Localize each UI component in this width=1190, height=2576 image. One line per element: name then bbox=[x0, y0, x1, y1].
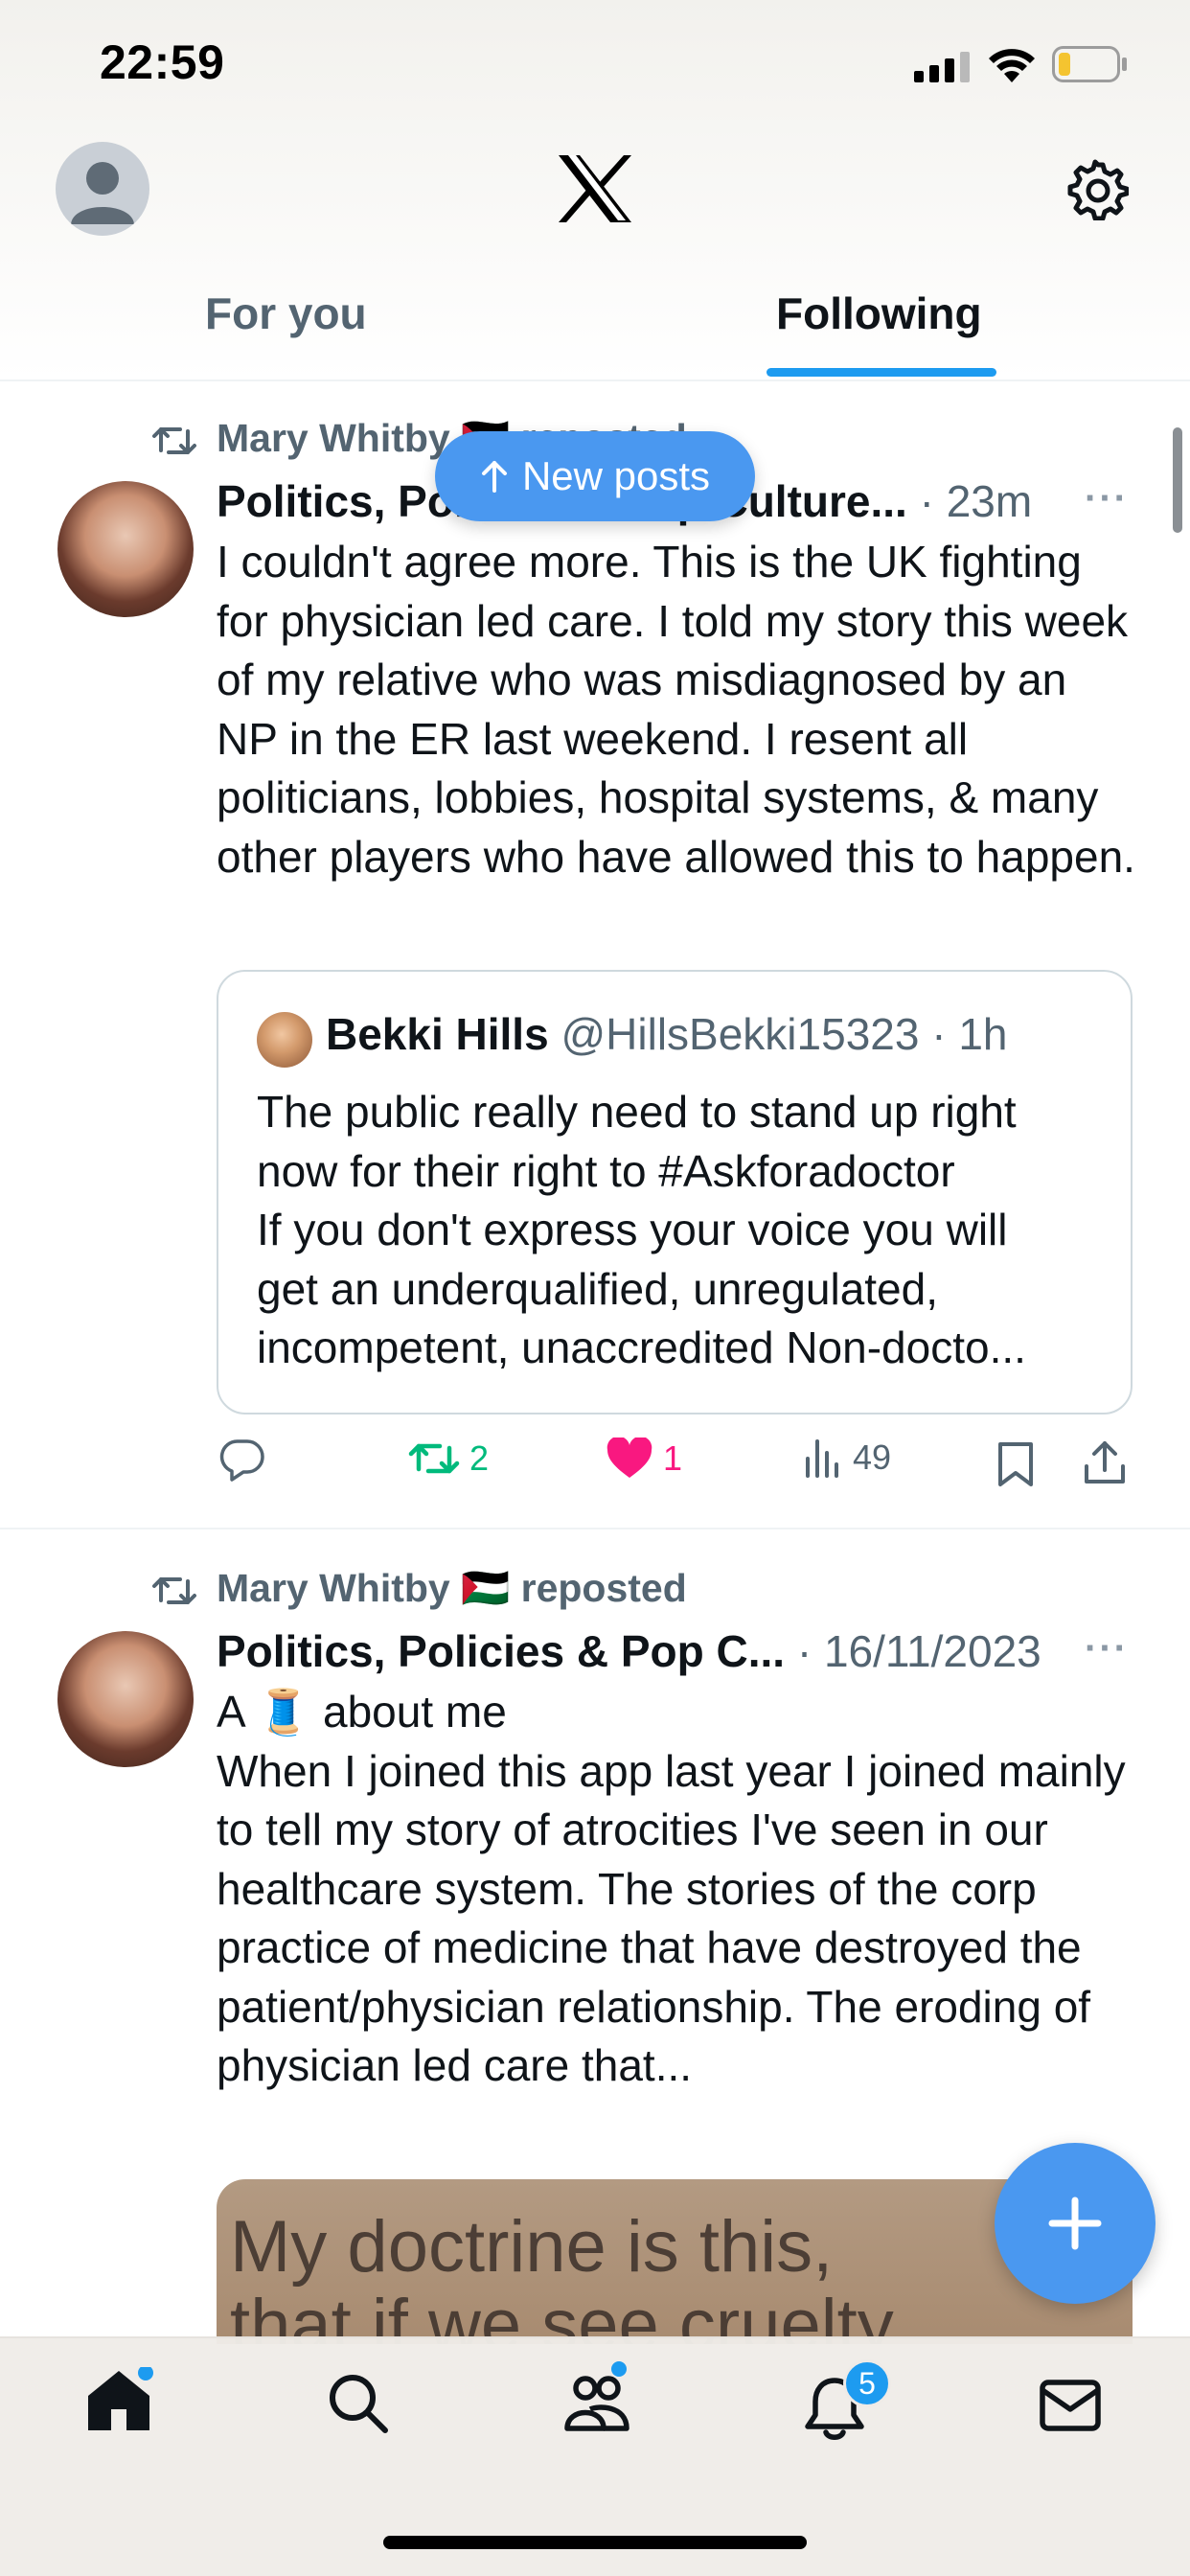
repost-count: 2 bbox=[469, 1438, 490, 1478]
gear-icon[interactable] bbox=[1067, 159, 1129, 220]
reply-button[interactable] bbox=[218, 1438, 276, 1482]
repost-icon bbox=[408, 1443, 460, 1474]
post-text-fragment: about me bbox=[323, 1687, 507, 1736]
communities-icon[interactable] bbox=[560, 2361, 634, 2436]
share-icon[interactable] bbox=[1083, 1439, 1127, 1485]
author-name[interactable]: Politics, Policies & Pop C... bbox=[217, 1626, 785, 1676]
views-count: 49 bbox=[853, 1438, 892, 1477]
post-text: I couldn't agree more. This is the UK fi… bbox=[217, 537, 1135, 882]
meta-separator: · bbox=[796, 1626, 812, 1676]
reposter-flag: 🇵🇸 bbox=[461, 1566, 511, 1610]
views-button[interactable]: 49 bbox=[803, 1438, 891, 1478]
post-text-fragment: A bbox=[217, 1687, 244, 1736]
messages-icon[interactable] bbox=[1039, 2379, 1102, 2432]
tab-selected-indicator bbox=[767, 368, 996, 377]
quoted-text-line: now for their right to #Askforadoctor bbox=[257, 1145, 955, 1196]
profile-avatar-button[interactable] bbox=[56, 142, 149, 236]
status-time: 22:59 bbox=[100, 35, 225, 89]
post-text-first-line: A 🧵 about me bbox=[217, 1683, 1136, 1742]
post-text-body: When I joined this app last year I joine… bbox=[217, 1745, 1126, 2091]
default-avatar-icon bbox=[71, 162, 134, 224]
image-text-line: My doctrine is this, bbox=[230, 2206, 834, 2288]
more-options-icon[interactable]: ··· bbox=[1085, 477, 1129, 520]
heart-filled-icon bbox=[606, 1438, 652, 1478]
repost-indicator-icon bbox=[152, 427, 196, 454]
home-icon[interactable] bbox=[84, 2367, 153, 2434]
quoted-text-line: The public really need to stand up right bbox=[257, 1087, 1017, 1137]
like-button[interactable]: 1 bbox=[606, 1438, 682, 1480]
like-count: 1 bbox=[663, 1438, 683, 1478]
post-author-line[interactable]: Politics, Policies & Pop C... · 16/11/20… bbox=[217, 1625, 1041, 1677]
author-avatar[interactable] bbox=[57, 481, 194, 617]
reposter-name[interactable]: Mary Whitby bbox=[217, 1566, 450, 1610]
arrow-up-icon bbox=[481, 461, 507, 493]
repost-label: reposted bbox=[520, 1566, 687, 1610]
cellular-signal-icon bbox=[914, 52, 970, 82]
wifi-icon bbox=[989, 49, 1035, 82]
reply-icon bbox=[219, 1439, 264, 1482]
image-text-line: that if we see cruelty bbox=[230, 2285, 894, 2345]
quoted-post-timestamp: 1h bbox=[958, 1009, 1008, 1059]
quoted-text-line: If you don't express your voice you will bbox=[257, 1205, 1008, 1254]
home-indicator bbox=[383, 2536, 807, 2549]
quoted-author-line: Bekki Hills @HillsBekki15323 · 1h bbox=[326, 1008, 1008, 1060]
quoted-author-handle: @HillsBekki15323 bbox=[561, 1009, 920, 1059]
post-timestamp[interactable]: 23m bbox=[947, 476, 1032, 526]
quoted-author-name: Bekki Hills bbox=[326, 1009, 549, 1059]
thread-emoji: 🧵 bbox=[255, 1687, 311, 1736]
tab-for-you[interactable]: For you bbox=[205, 288, 367, 339]
scrollbar-thumb[interactable] bbox=[1173, 427, 1182, 533]
post-divider bbox=[0, 1528, 1190, 1530]
repost-attribution[interactable]: Mary Whitby 🇵🇸 reposted bbox=[217, 1566, 687, 1612]
quoted-author-avatar bbox=[257, 1012, 312, 1068]
meta-separator: · bbox=[931, 1009, 947, 1059]
notifications-badge: 5 bbox=[843, 2359, 891, 2407]
meta-separator: · bbox=[919, 476, 934, 526]
post-text: A 🧵 about me When I joined this app last… bbox=[217, 1683, 1136, 2096]
reposter-name[interactable]: Mary Whitby bbox=[217, 416, 450, 460]
new-posts-label: New posts bbox=[521, 453, 711, 498]
post-timestamp[interactable]: 16/11/2023 bbox=[824, 1626, 1041, 1676]
bookmark-icon[interactable] bbox=[996, 1441, 1035, 1487]
repost-button[interactable]: 2 bbox=[408, 1438, 489, 1480]
author-avatar[interactable] bbox=[57, 1631, 194, 1767]
quoted-post-text: The public really need to stand up right… bbox=[257, 1083, 1100, 1378]
new-posts-button[interactable]: New posts bbox=[435, 431, 755, 521]
tabs-divider bbox=[0, 380, 1190, 381]
battery-icon bbox=[1052, 46, 1127, 82]
quoted-text-line: get an underqualified, unregulated, bbox=[257, 1263, 939, 1314]
compose-post-button[interactable] bbox=[995, 2143, 1156, 2304]
more-options-icon[interactable]: ··· bbox=[1085, 1627, 1129, 1670]
plus-icon bbox=[1048, 2196, 1102, 2250]
x-logo-icon bbox=[559, 155, 631, 222]
tab-following[interactable]: Following bbox=[776, 288, 982, 339]
image-caption-text: My doctrine is this, that if we see crue… bbox=[230, 2206, 894, 2345]
views-chart-icon bbox=[806, 1439, 838, 1478]
repost-indicator-icon bbox=[152, 1577, 196, 1604]
search-icon[interactable] bbox=[326, 2371, 389, 2434]
quoted-text-line: incompetent, unaccredited Non-docto... bbox=[257, 1322, 1026, 1372]
